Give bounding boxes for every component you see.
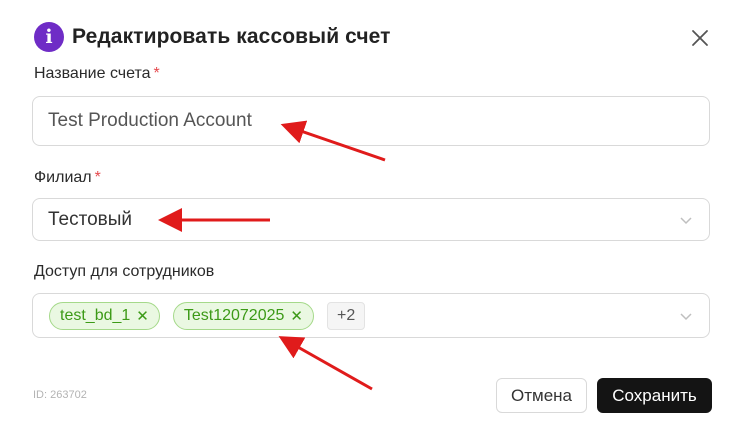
more-tags-badge[interactable]: +2 bbox=[326, 301, 366, 330]
tag-remove-icon[interactable]: ✕ bbox=[136, 307, 149, 325]
employee-access-select[interactable]: test_bd_1 ✕ Test12072025 ✕ +2 bbox=[32, 293, 710, 338]
close-icon bbox=[692, 30, 708, 46]
chevron-down-icon bbox=[680, 216, 692, 224]
required-mark: * bbox=[153, 65, 160, 82]
dialog-header: i Редактировать кассовый счет bbox=[34, 20, 391, 54]
tag-remove-icon[interactable]: ✕ bbox=[290, 307, 303, 325]
save-button[interactable]: Сохранить bbox=[597, 378, 712, 413]
branch-label-text: Филиал bbox=[34, 169, 92, 186]
employee-tag: Test12072025 ✕ bbox=[172, 301, 314, 330]
tag-label: Test12072025 bbox=[183, 306, 285, 324]
account-name-value: Test Production Account bbox=[48, 110, 252, 131]
employee-access-label: Доступ для сотрудников bbox=[34, 263, 214, 281]
info-icon: i bbox=[34, 22, 64, 52]
employee-tag: test_bd_1 ✕ bbox=[49, 301, 160, 330]
branch-selected-value: Тестовый bbox=[48, 208, 133, 230]
account-name-label-text: Название счета bbox=[34, 65, 151, 82]
tag-label: test_bd_1 bbox=[60, 306, 131, 324]
branch-select[interactable]: Тестовый bbox=[32, 198, 710, 241]
selected-tags: test_bd_1 ✕ Test12072025 ✕ +2 bbox=[33, 301, 366, 330]
cancel-button[interactable]: Отмена bbox=[496, 378, 587, 413]
dialog-title: Редактировать кассовый счет bbox=[72, 25, 391, 48]
info-icon-glyph: i bbox=[45, 26, 53, 48]
employee-access-label-text: Доступ для сотрудников bbox=[34, 263, 215, 280]
chevron-down-icon bbox=[680, 312, 692, 320]
account-name-label: Название счета * bbox=[34, 65, 160, 83]
account-name-input[interactable]: Test Production Account bbox=[32, 96, 710, 146]
close-button[interactable] bbox=[689, 27, 711, 49]
edit-cash-account-dialog: i Редактировать кассовый счет Название с… bbox=[0, 0, 741, 432]
record-id: ID: 263702 bbox=[33, 389, 87, 401]
branch-label: Филиал * bbox=[34, 169, 101, 187]
required-mark: * bbox=[94, 169, 101, 186]
annotation-arrow bbox=[278, 336, 373, 391]
